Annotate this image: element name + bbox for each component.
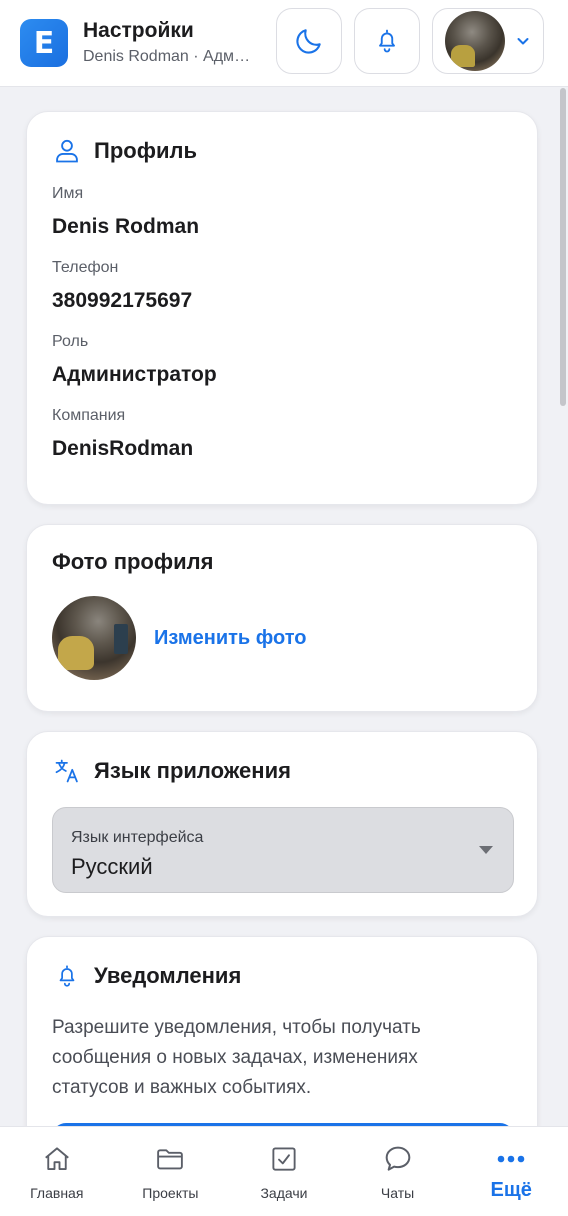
notifications-description: Разрешите уведомления, чтобы получать со… (52, 1017, 421, 1098)
notifications-card-title: Уведомления (52, 961, 512, 991)
nav-label-chats: Чаты (380, 1185, 415, 1201)
nav-item-chats[interactable]: Чаты (341, 1127, 455, 1216)
company-value: DenisRodman (52, 437, 194, 460)
profile-photo[interactable] (52, 596, 136, 680)
language-card-title: Язык приложения (52, 756, 512, 786)
notifications-title-text: Уведомления (94, 963, 242, 988)
translate-icon (52, 756, 82, 786)
profile-photo-card: Фото профиля Изменить фото (26, 524, 538, 712)
photo-card-title: Фото профиля (52, 549, 214, 574)
user-subtitle: Denis Rodman · Администратор (83, 48, 253, 65)
page-title: Настройки (83, 19, 194, 42)
scrollbar[interactable] (558, 88, 568, 1126)
profile-title-text: Профиль (94, 138, 197, 163)
settings-scroll-area[interactable]: Профиль Имя Denis Rodman Телефон 3809921… (0, 88, 568, 1126)
nav-item-tasks[interactable]: Задачи (227, 1127, 341, 1216)
nav-label-more: Ещё (490, 1179, 532, 1201)
name-label: Имя (52, 185, 84, 202)
change-photo-link[interactable]: Изменить фото (154, 627, 306, 650)
app-logo[interactable]: E (20, 19, 68, 67)
nav-item-home[interactable]: Главная (0, 1127, 114, 1216)
top-header: E Настройки Denis Rodman · Администратор (0, 0, 568, 87)
nav-label-projects: Проекты (142, 1185, 199, 1201)
logo-letter: E (33, 25, 55, 61)
photo-row: Изменить фото (52, 596, 512, 680)
phone-label: Телефон (52, 259, 119, 276)
nav-item-projects[interactable]: Проекты (114, 1127, 228, 1216)
profile-card: Профиль Имя Denis Rodman Телефон 3809921… (26, 111, 538, 505)
theme-toggle-button[interactable] (276, 8, 342, 74)
notifications-button[interactable] (354, 8, 420, 74)
name-value: Denis Rodman (52, 215, 200, 238)
avatar (445, 11, 505, 71)
task-check-icon (268, 1143, 300, 1175)
user-icon (52, 136, 82, 166)
language-select[interactable]: Язык интерфейса Русский (52, 807, 514, 893)
folder-icon (154, 1143, 186, 1175)
home-icon (41, 1143, 73, 1175)
language-title-text: Язык приложения (94, 758, 291, 783)
company-label: Компания (52, 407, 126, 424)
nav-item-more[interactable]: Ещё (454, 1127, 568, 1216)
nav-label-home: Главная (30, 1185, 84, 1201)
chevron-down-icon (517, 38, 529, 45)
role-value: Администратор (52, 363, 217, 386)
bell-icon (52, 961, 82, 991)
header-title-block: Настройки Denis Rodman · Администратор (83, 18, 253, 68)
language-select-label: Язык интерфейса (71, 829, 204, 846)
role-label: Роль (52, 333, 89, 350)
language-card: Язык приложения Язык интерфейса Русский (26, 731, 538, 917)
language-select-value: Русский (71, 854, 153, 879)
more-dots-icon (495, 1143, 527, 1175)
scrollbar-thumb[interactable] (560, 88, 566, 406)
caret-down-icon (479, 846, 493, 854)
bottom-navigation: Главная Проекты Задачи Чаты Ещё (0, 1126, 568, 1216)
moon-icon (296, 29, 321, 54)
profile-card-title: Профиль (52, 136, 512, 166)
chat-icon (382, 1143, 414, 1175)
phone-value: 380992175697 (52, 289, 193, 312)
user-menu-button[interactable] (432, 8, 544, 74)
nav-label-tasks: Задачи (260, 1185, 308, 1201)
bell-icon (379, 29, 395, 53)
notifications-card: Уведомления Разрешите уведомления, чтобы… (26, 936, 538, 1126)
